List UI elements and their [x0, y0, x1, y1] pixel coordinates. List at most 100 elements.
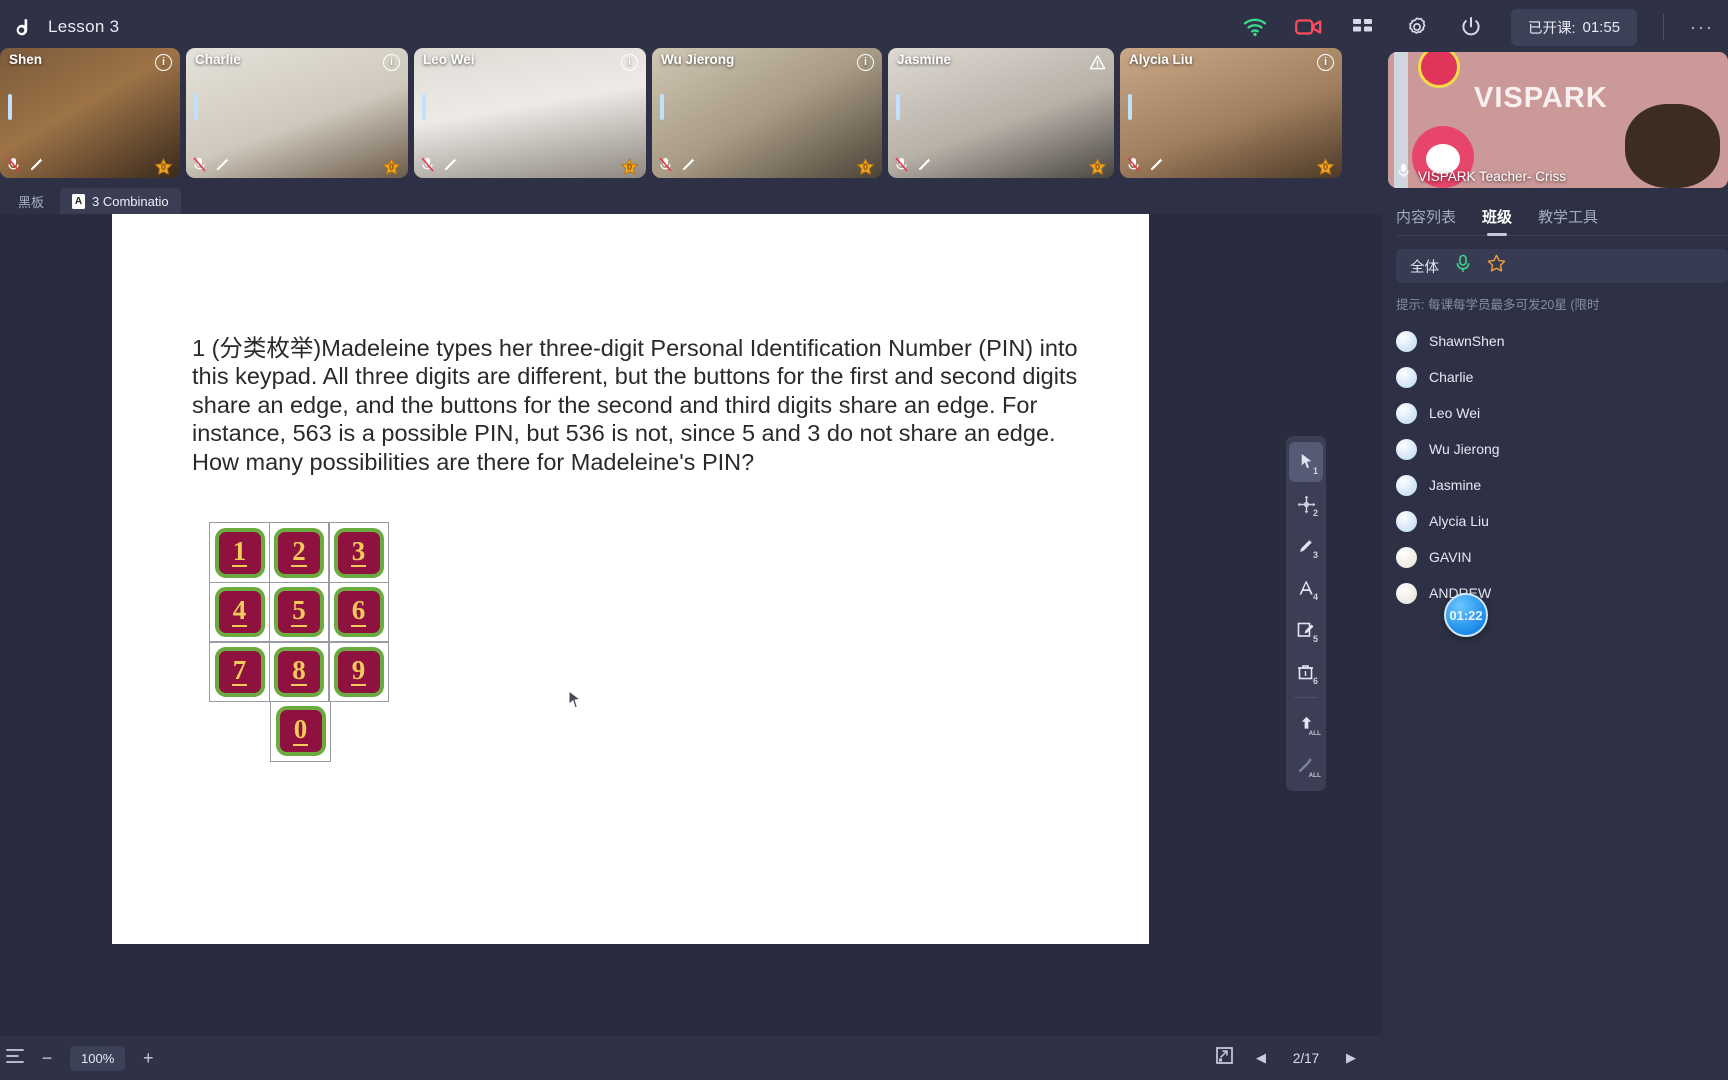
mic-icon[interactable] — [1455, 254, 1471, 278]
magic-wand-icon[interactable] — [1149, 157, 1164, 177]
teacher-badge-decoration — [1418, 52, 1460, 88]
prev-page-button[interactable]: ◀ — [1256, 1050, 1266, 1066]
info-icon[interactable]: i — [857, 54, 874, 71]
eraser-icon[interactable]: 5 — [1289, 610, 1323, 650]
student-list-item[interactable]: GAVIN — [1396, 539, 1728, 575]
student-tile-controls: 0 — [1120, 156, 1342, 178]
star-count-badge[interactable]: 0 — [382, 157, 401, 177]
star-count-badge[interactable]: 0 — [856, 157, 875, 177]
whiteboard-canvas[interactable]: 1 (分类枚举)Madeleine types her three-digit … — [112, 214, 1149, 944]
magic-wand-all-icon[interactable]: ALL — [1289, 745, 1323, 785]
student-video-tile[interactable]: Jasmine 0 — [888, 48, 1114, 178]
student-list-item[interactable]: Wu Jierong — [1396, 431, 1728, 467]
mic-muted-icon[interactable] — [1127, 157, 1140, 177]
magic-wand-icon[interactable] — [215, 157, 230, 177]
student-name-label: Leo Wei — [1429, 405, 1481, 421]
settings-gear-icon[interactable] — [1403, 13, 1431, 41]
magic-wand-icon[interactable] — [443, 157, 458, 177]
trash-icon[interactable]: 6 — [1289, 652, 1323, 692]
student-list-item[interactable]: Leo Wei — [1396, 395, 1728, 431]
more-options-icon[interactable]: ··· — [1690, 17, 1714, 38]
info-icon[interactable]: i — [1317, 54, 1334, 71]
keypad-button: 5 — [274, 587, 324, 637]
fit-screen-icon[interactable] — [1215, 1046, 1234, 1070]
student-list-item[interactable]: Charlie — [1396, 359, 1728, 395]
right-panel-tab[interactable]: 班级 — [1482, 206, 1512, 236]
star-icon[interactable] — [1487, 254, 1506, 278]
bottom-bar: − 100% + ◀ 2/17 ▶ — [0, 1036, 1382, 1080]
power-icon[interactable] — [1457, 13, 1485, 41]
lesson-title: Lesson 3 — [48, 17, 120, 36]
student-video-tile[interactable]: Wu Jierong i 0 — [652, 48, 882, 178]
student-name-label: Jasmine — [1429, 477, 1482, 493]
student-video-tile[interactable]: Leo Wei i 0 — [414, 48, 646, 178]
upload-all-icon[interactable]: ALL — [1289, 703, 1323, 743]
info-icon[interactable]: i — [621, 54, 638, 71]
student-name-label: GAVIN — [1429, 549, 1472, 565]
toolbar-divider — [1663, 14, 1665, 40]
student-list: ShawnShen Charlie Leo Wei Wu Jierong Jasmine… — [1382, 323, 1728, 637]
zoom-controls: − 100% + — [0, 1045, 157, 1071]
keypad-button: 7 — [214, 646, 265, 697]
app-logo-icon — [4, 17, 38, 38]
zoom-out-button[interactable]: − — [38, 1048, 56, 1069]
zoom-level-value[interactable]: 100% — [70, 1045, 126, 1071]
student-video-name: Alycia Liu — [1129, 52, 1193, 67]
zoom-in-button[interactable]: + — [139, 1048, 157, 1069]
mic-muted-icon[interactable] — [421, 157, 434, 177]
move-pan-icon[interactable]: 2 — [1289, 484, 1323, 524]
magic-wand-icon[interactable] — [681, 157, 696, 177]
right-panel-tab[interactable]: 内容列表 — [1396, 206, 1456, 236]
star-count-badge[interactable]: 0 — [1088, 157, 1107, 177]
student-list-item[interactable]: Alycia Liu — [1396, 503, 1728, 539]
star-count-badge[interactable]: 0 — [1316, 157, 1335, 177]
keypad-button: 9 — [333, 646, 384, 697]
mic-muted-icon[interactable] — [193, 157, 206, 177]
grid-layout-icon[interactable] — [1349, 13, 1377, 41]
avatar — [1396, 438, 1417, 460]
student-video-tile[interactable]: Shen i 0 — [0, 48, 180, 178]
info-icon[interactable]: i — [383, 54, 400, 71]
mic-muted-icon[interactable] — [7, 157, 20, 177]
pencil-icon[interactable]: 3 — [1289, 526, 1323, 566]
star-count-badge[interactable]: 0 — [620, 157, 639, 177]
keypad-cell: 4 — [209, 581, 270, 643]
class-timer[interactable]: 已开课: 01:55 — [1511, 8, 1638, 46]
student-list-item[interactable]: ANDREW01:22 — [1396, 575, 1728, 637]
board-tab-strip: 黑板 3 Combinatio — [0, 188, 1382, 214]
student-list-item[interactable]: ShawnShen — [1396, 323, 1728, 359]
broadcast-all-bar[interactable]: 全体 — [1396, 249, 1728, 283]
text-tool-icon[interactable]: 4 — [1289, 568, 1323, 608]
mic-muted-icon[interactable] — [895, 157, 908, 177]
student-video-tile[interactable]: Alycia Liu i 0 — [1120, 48, 1342, 178]
right-panel-tab[interactable]: 教学工具 — [1538, 206, 1598, 236]
fit-width-icon[interactable] — [6, 1047, 24, 1070]
keypad-cell: 2 — [268, 522, 330, 583]
tool-shortcut-index: 3 — [1312, 550, 1318, 560]
board-tab[interactable]: 3 Combinatio — [60, 188, 181, 214]
student-video-tile[interactable]: Charlie i 0 — [186, 48, 408, 178]
student-tile-controls: 0 — [186, 156, 408, 178]
star-count-badge[interactable]: 0 — [154, 157, 173, 177]
wifi-icon[interactable] — [1241, 13, 1269, 41]
cursor-select-icon[interactable]: 1 — [1289, 442, 1323, 482]
mouse-cursor-icon — [568, 689, 582, 715]
pdf-icon — [72, 193, 86, 209]
tool-shortcut-index: ALL — [1308, 731, 1321, 737]
magic-wand-icon[interactable] — [917, 157, 932, 177]
student-list-item[interactable]: Jasmine — [1396, 467, 1728, 503]
avatar — [1396, 474, 1417, 496]
magic-wand-icon[interactable] — [29, 157, 44, 177]
countdown-timer-bubble[interactable]: 01:22 — [1444, 593, 1488, 637]
keypad-row: 456 — [209, 581, 389, 643]
mic-muted-icon[interactable] — [659, 157, 672, 177]
next-page-button[interactable]: ▶ — [1346, 1050, 1356, 1066]
teacher-video-tile[interactable]: VISPARK VISPARK Teacher- Criss — [1388, 52, 1728, 188]
camera-icon[interactable] — [1295, 13, 1323, 41]
tool-shortcut-index: 5 — [1312, 634, 1318, 644]
board-tab[interactable]: 黑板 — [6, 188, 56, 214]
right-panel-tabs: 内容列表 班级 教学工具 — [1382, 196, 1728, 236]
info-icon[interactable]: i — [155, 54, 172, 71]
warning-icon[interactable] — [1089, 54, 1106, 71]
student-tile-controls: 0 — [414, 156, 646, 178]
